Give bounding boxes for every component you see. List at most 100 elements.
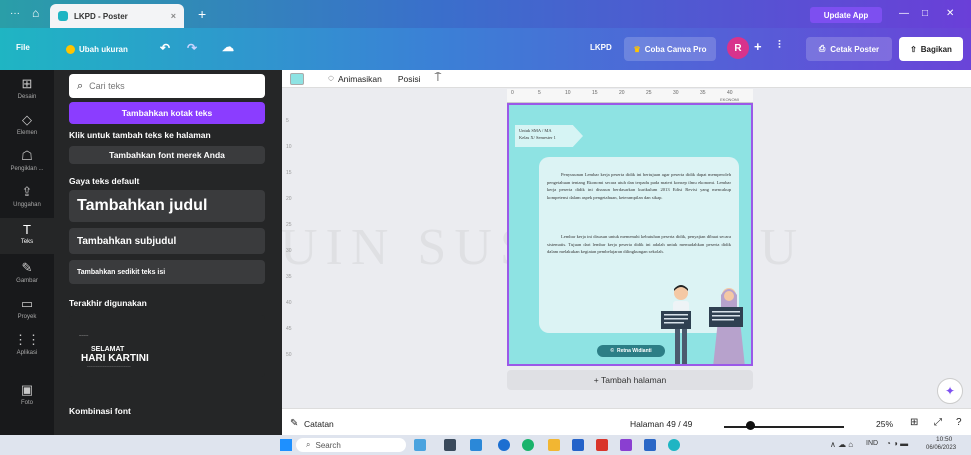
nav-elements[interactable]: ◇ Elemen — [0, 112, 54, 136]
zoom-slider[interactable] — [724, 426, 844, 428]
nav-text[interactable]: T Teks — [0, 218, 54, 254]
search-input[interactable]: ⌕ Cari teks — [69, 74, 265, 98]
nav-draw[interactable]: ✎ Gambar — [0, 260, 54, 284]
home-icon[interactable]: ⌂ — [32, 6, 39, 20]
tab-close-icon[interactable]: × — [171, 11, 176, 21]
file-menu[interactable]: File — [16, 43, 30, 52]
language-indicator[interactable]: IND — [866, 440, 878, 447]
page-indicator[interactable]: Halaman 49 / 49 — [630, 419, 692, 429]
edge-icon[interactable] — [498, 439, 510, 451]
update-app-button[interactable]: Update App — [810, 7, 882, 23]
ruler-tick: 25 — [646, 90, 652, 96]
position-button[interactable]: Posisi — [398, 74, 421, 84]
zoom-slider-handle[interactable] — [746, 421, 755, 430]
zoom-level[interactable]: 25% — [876, 419, 893, 429]
nav-apps[interactable]: ⋮⋮ Aplikasi — [0, 332, 54, 356]
students-illustration[interactable] — [659, 283, 753, 366]
system-tray-icons[interactable]: ∧ ☁ ⌂ — [830, 440, 853, 449]
search-icon: ⌕ — [77, 79, 84, 92]
add-body-button[interactable]: Tambahkan sedikit teks isi — [69, 260, 265, 284]
new-tab-button[interactable]: + — [198, 6, 206, 22]
intro-paragraph-2[interactable]: Lembar kerja ini disusun untuk memenuhi … — [547, 233, 731, 256]
ruler-tick: 35 — [700, 90, 706, 96]
avatar[interactable]: R — [727, 37, 749, 59]
wifi-volume-battery-icons[interactable]: ◔ ◑ ▬ — [886, 439, 908, 448]
editor-toolbar: ◌ Animasikan Posisi ⍑ — [282, 70, 971, 88]
chrome-icon[interactable] — [522, 439, 534, 451]
widgets-icon[interactable] — [444, 439, 456, 451]
recent-template-small: ~~~~ — [79, 333, 89, 338]
windows-start-icon[interactable] — [280, 439, 292, 451]
clock-date[interactable]: 06/06/2023 — [926, 445, 956, 451]
store-icon[interactable] — [572, 439, 584, 451]
notes-button[interactable]: Catatan — [304, 419, 334, 429]
task-view-icon[interactable] — [414, 439, 426, 451]
search-icon: ⌕ — [306, 440, 311, 449]
nav-brand[interactable]: ☖ Pengiklan ... — [0, 148, 54, 172]
click-hint: Klik untuk tambah teks ke halaman — [69, 130, 211, 140]
try-pro-button[interactable]: ♛ Coba Canva Pro — [624, 37, 716, 61]
share-label: Bagikan — [920, 44, 952, 54]
nav-label: Proyek — [17, 314, 37, 320]
taskbar-search[interactable]: ⌕ Search — [296, 438, 406, 452]
share-icon: ⇧ — [910, 44, 917, 54]
add-subheading-button[interactable]: Tambahkan subjudul — [69, 228, 265, 254]
left-nav: ⊞ Desain ◇ Elemen ☖ Pengiklan ... ⇪ Unggahan… — [0, 70, 54, 435]
vertical-ruler-tick: 25 — [286, 222, 292, 228]
minimize-icon[interactable]: — — [899, 8, 909, 19]
print-poster-button[interactable]: ⎙ Cetak Poster — [806, 37, 892, 61]
resize-label: Ubah ukuran — [79, 44, 128, 54]
nav-uploads[interactable]: ⇪ Unggahan — [0, 184, 54, 208]
grade-tag[interactable]: Untuk SMA / MA Kelas X/ Semester 1 — [515, 125, 583, 147]
background-color-swatch[interactable] — [290, 72, 304, 85]
format-painter-icon[interactable]: ⍑ — [435, 72, 442, 85]
add-brand-font-button[interactable]: Tambahkan font merek Anda — [69, 146, 265, 164]
redo-icon[interactable]: ↷ — [187, 41, 197, 55]
elements-icon: ◇ — [22, 112, 32, 127]
clock-time[interactable]: 10:50 — [936, 436, 952, 443]
nav-label: Elemen — [16, 130, 38, 136]
share-button[interactable]: ⇧ Bagikan — [899, 37, 963, 61]
ruler-tick: 0 — [511, 90, 514, 96]
taskbar-search-label: Search — [315, 440, 341, 450]
recent-template-line3: ~~~~~~~~~~~~~~~~~~~~~~~~~ — [87, 364, 131, 368]
nav-photos[interactable]: ▣ Foto — [0, 382, 54, 406]
add-page-button[interactable]: + Tambah halaman — [507, 370, 753, 390]
nav-design[interactable]: ⊞ Desain — [0, 76, 54, 100]
text-icon: T — [23, 222, 31, 237]
fullscreen-icon[interactable]: ⤢ — [934, 417, 942, 428]
browser-tab[interactable]: LKPD - Poster × — [50, 4, 184, 28]
add-textbox-button[interactable]: Tambahkan kotak teks — [69, 102, 265, 124]
document-title[interactable]: LKPD — [590, 43, 612, 52]
resize-button[interactable]: Ubah ukuran — [66, 37, 128, 61]
undo-icon[interactable]: ↶ — [160, 41, 170, 55]
file-explorer-icon[interactable] — [470, 439, 482, 451]
nav-projects[interactable]: ▭ Proyek — [0, 296, 54, 320]
word-icon[interactable] — [644, 439, 656, 451]
folder-icon[interactable] — [548, 439, 560, 451]
insights-icon[interactable]: ⫶ — [778, 39, 781, 52]
maximize-icon[interactable]: □ — [922, 8, 928, 19]
print-label: Cetak Poster — [830, 44, 880, 54]
close-window-icon[interactable]: ✕ — [946, 8, 954, 19]
add-heading-button[interactable]: Tambahkan judul — [69, 190, 265, 222]
notes-icon[interactable]: ✎ — [290, 418, 298, 429]
help-icon[interactable]: ? — [956, 417, 962, 428]
add-member-icon[interactable]: + — [754, 39, 762, 54]
cloud-save-icon[interactable]: ☁ — [222, 40, 234, 54]
poster-page[interactable]: Untuk SMA / MA Kelas X/ Semester 1 Penyu… — [507, 103, 753, 366]
intro-paragraph-1[interactable]: Penyusunan Lembar kerja peserta didik in… — [547, 171, 731, 201]
browser-menu-icon[interactable]: ··· — [10, 8, 20, 19]
animate-button[interactable]: Animasikan — [338, 74, 382, 84]
canva-browser-icon[interactable] — [668, 439, 680, 451]
canva-app-icon[interactable] — [620, 439, 632, 451]
nav-label: Gambar — [16, 278, 38, 284]
grid-view-icon[interactable]: ⊞ — [910, 417, 918, 428]
recent-template-kartini[interactable]: ~~~~ SELAMAT HARI KARTINI ~~~~~~~~~~~~~~… — [69, 315, 265, 377]
magic-assistant-icon[interactable]: ✦ — [937, 378, 963, 404]
author-badge[interactable]: © Retna Widianti — [597, 345, 665, 357]
horizontal-ruler: EKONOMI 0 5 10 15 20 25 30 35 40 — [507, 89, 753, 103]
powerpoint-icon[interactable] — [596, 439, 608, 451]
recent-heading: Terakhir digunakan — [69, 298, 147, 308]
search-placeholder: Cari teks — [89, 81, 125, 91]
